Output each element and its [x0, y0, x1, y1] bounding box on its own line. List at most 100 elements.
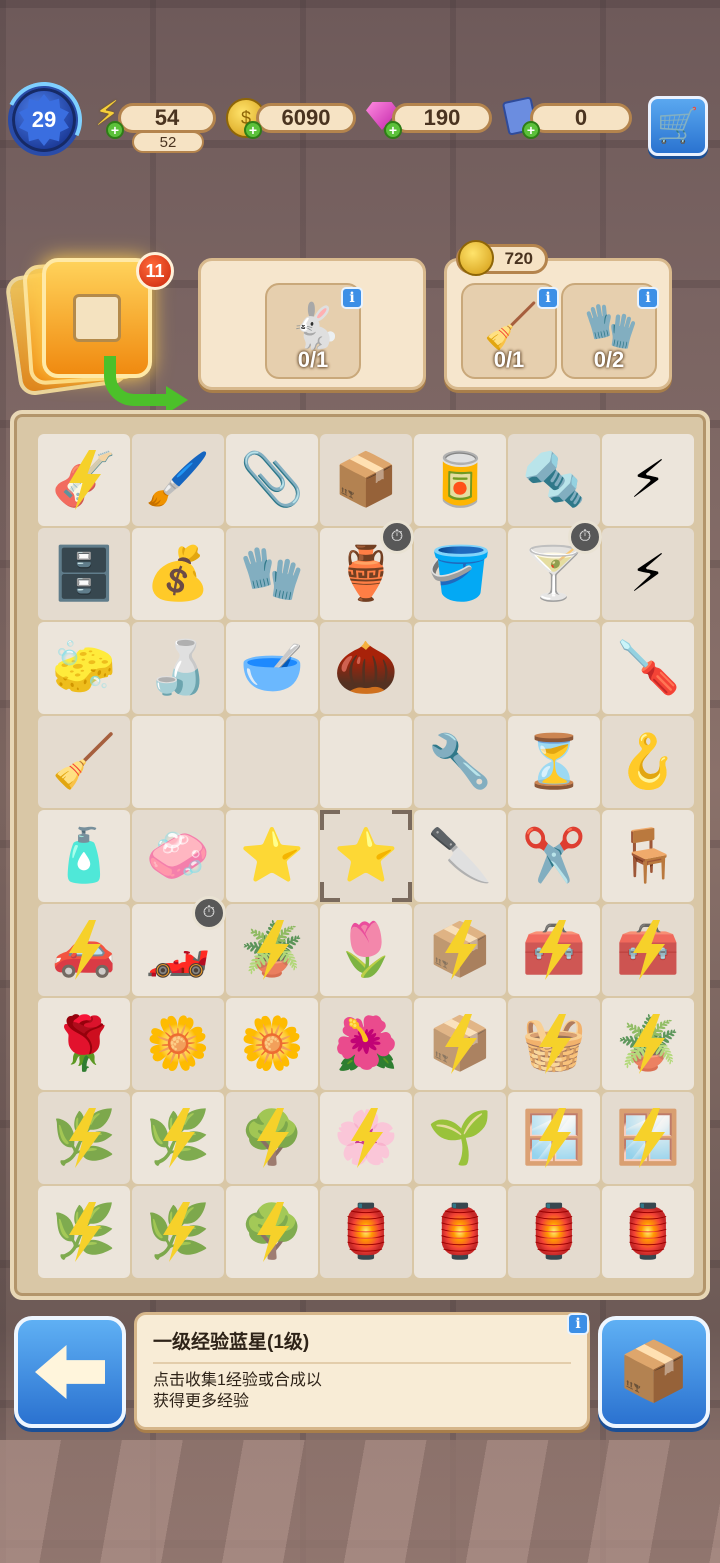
board-cell-toy-car[interactable]: 🏎️ ⏱: [132, 896, 226, 996]
board-cell-tulip-pot[interactable]: 🌷: [320, 904, 412, 996]
board-cell-flower-pot[interactable]: 🌼: [132, 998, 224, 1090]
back-button[interactable]: [14, 1316, 126, 1428]
board-cell-locked-basket[interactable]: 🧺: [508, 998, 600, 1090]
board-cell-rose-pot[interactable]: 🌹: [38, 998, 130, 1090]
board-cell-seed-bowl[interactable]: 🥣: [226, 622, 318, 714]
order-request-panel-2[interactable]: 🧹 0/1 i 🧤 0/2 i: [444, 258, 672, 390]
board-cell-locked-crate[interactable]: 📦: [414, 904, 506, 996]
board-cell-blue-star[interactable]: ⭐: [226, 810, 318, 902]
board-cell-paint-can-lid[interactable]: 🥫: [414, 434, 506, 526]
board-cell-empty[interactable]: [508, 622, 600, 714]
storage-box-button[interactable]: 📦: [598, 1316, 710, 1428]
board-cell-locked-window-2[interactable]: 🪟: [602, 1092, 694, 1184]
board-cell-locked-sprout-2[interactable]: 🌿: [132, 1092, 224, 1184]
board-cell-blue-star-selected[interactable]: ⭐: [320, 810, 412, 902]
board-cell-rose-pot-2[interactable]: 🌺: [320, 998, 412, 1090]
board-cell-work-gloves[interactable]: 🧤: [226, 528, 318, 620]
info-icon[interactable]: i: [637, 287, 659, 309]
info-icon[interactable]: i: [567, 1313, 589, 1335]
board-cell-energy-orb[interactable]: ⚡: [602, 434, 694, 526]
box-of-screws-icon: 📦: [333, 451, 399, 509]
board-cell-paint-bucket[interactable]: 🪣: [414, 528, 506, 620]
board-cell-wooden-chair[interactable]: 🪑: [602, 810, 694, 902]
board-cell-hourglass-orb[interactable]: ⏳: [508, 716, 600, 808]
request-slot[interactable]: 🧹 0/1 i: [461, 283, 559, 379]
knife-icon: 🔪: [427, 827, 493, 885]
board-cell-spray-bottle[interactable]: 🍶: [132, 622, 224, 714]
order-card-stack[interactable]: 11: [4, 252, 188, 414]
board-cell-wrench[interactable]: 🔧: [414, 716, 506, 808]
order-count-badge: 11: [136, 252, 174, 290]
board-cell-locked-sprout[interactable]: 🌿: [38, 1092, 130, 1184]
squeegee-icon: 🧽: [51, 639, 117, 697]
board-cell-locked-toolbox[interactable]: 🧰: [508, 904, 600, 996]
top-hud: 29 ⚡ 54 52 + $ 6090 + 190 + 0 + 🛒: [0, 0, 720, 180]
board-cell-locked-crates[interactable]: 📦: [414, 998, 506, 1090]
board-cell-locked-sprout-3[interactable]: 🌿: [38, 1186, 130, 1278]
board-cell-lantern[interactable]: 🏮: [320, 1186, 412, 1278]
board-cell-seeds[interactable]: 🌰: [320, 622, 412, 714]
add-energy-button[interactable]: +: [106, 121, 124, 139]
energy-counter: 54: [118, 103, 216, 133]
board-cell-pruning-shears[interactable]: ✂️: [508, 810, 600, 902]
add-tickets-button[interactable]: +: [522, 121, 540, 139]
hourglass-orb-icon: ⏳: [521, 733, 587, 791]
board-cell-locked-flower-shrub[interactable]: 🌸: [320, 1092, 412, 1184]
board-cell-hairpin[interactable]: 📎: [226, 434, 318, 526]
board-cell-empty[interactable]: [320, 716, 412, 808]
selection-corner: [320, 810, 340, 830]
info-icon[interactable]: i: [537, 287, 559, 309]
request-slot[interactable]: 🧤 0/2 i: [561, 283, 659, 379]
board-cell-lantern-3[interactable]: 🏮: [508, 1186, 600, 1278]
board-cell-locked-guitar[interactable]: 🎸: [38, 434, 130, 526]
green-arrow-icon: [104, 356, 188, 414]
soap-bar-icon: 🧼: [145, 827, 211, 885]
gem-counter: 190: [392, 103, 492, 133]
goblet-vase-icon: 🍸: [521, 545, 587, 603]
board-cell-money-bag[interactable]: 💰: [132, 528, 224, 620]
board-cell-screwdriver[interactable]: 🪛: [602, 622, 694, 714]
board-cell-empty[interactable]: [226, 716, 318, 808]
item-info-panel: 一级经验蓝星(1级) 点击收集1经验或合成以获得更多经验 i: [134, 1312, 590, 1430]
pruning-shears-icon: ✂️: [521, 827, 587, 885]
board-cell-blue-vase[interactable]: 🏺 ⏱: [320, 520, 414, 620]
board-grid: 🎸🖌️📎📦🥫🔩⚡🗄️💰🧤🏺⏱🪣🍸⏱⚡🧽🍶🥣🌰🪛🧹🔧⏳🪝🧴🧼⭐⭐🔪✂️🪑🚗🏎️⏱🪴…: [38, 434, 696, 1294]
board-cell-goblet-vase[interactable]: 🍸 ⏱: [508, 520, 602, 620]
energy-max: 52: [132, 131, 204, 153]
board-cell-lantern-4[interactable]: 🏮: [602, 1186, 694, 1278]
board-cell-makeup-brush[interactable]: 🖌️: [132, 434, 224, 526]
board-cell-flower-pot-2[interactable]: 🌼: [226, 998, 318, 1090]
board-cell-lantern-2[interactable]: 🏮: [414, 1186, 506, 1278]
request-slot[interactable]: 🐇 0/1 i: [265, 283, 363, 379]
board-cell-energy-orb-small[interactable]: ⚡: [602, 528, 694, 620]
board-cell-crowbar[interactable]: 🪝: [602, 716, 694, 808]
add-gems-button[interactable]: +: [384, 121, 402, 139]
board-cell-empty[interactable]: [132, 716, 224, 808]
board-cell-locked-sprout-4[interactable]: 🌿: [132, 1186, 224, 1278]
board-cell-empty[interactable]: [414, 622, 506, 714]
lantern-3-icon: 🏮: [521, 1203, 587, 1261]
board-cell-soap-bar[interactable]: 🧼: [132, 810, 224, 902]
board-cell-soap-bottle[interactable]: 🧴: [38, 810, 130, 902]
board-cell-locked-shrub[interactable]: 🌳: [226, 1092, 318, 1184]
board-cell-safe[interactable]: 🗄️: [38, 528, 130, 620]
board-cell-locked-planter[interactable]: 🪴: [226, 904, 318, 996]
board-cell-locked-toy-car[interactable]: 🚗: [38, 904, 130, 996]
board-cell-locked-toolbox-2[interactable]: 🧰: [602, 904, 694, 996]
board-cell-locked-shrub-2[interactable]: 🌳: [226, 1186, 318, 1278]
board-cell-locked-planter-2[interactable]: 🪴: [602, 998, 694, 1090]
shop-cart-button[interactable]: 🛒: [648, 96, 708, 156]
board-cell-broom[interactable]: 🧹: [38, 716, 130, 808]
paint-bucket-icon: 🪣: [427, 545, 493, 603]
info-icon[interactable]: i: [341, 287, 363, 309]
board-cell-screws[interactable]: 🔩: [508, 434, 600, 526]
board-cell-locked-window[interactable]: 🪟: [508, 1092, 600, 1184]
board-cell-box-of-screws[interactable]: 📦: [320, 434, 412, 526]
board-cell-sapling-pot[interactable]: 🌱: [414, 1092, 506, 1184]
order-request-panel-1[interactable]: 🐇 0/1 i: [198, 258, 426, 390]
board-cell-squeegee[interactable]: 🧽: [38, 622, 130, 714]
add-coins-button[interactable]: +: [244, 121, 262, 139]
hairpin-icon: 📎: [239, 451, 305, 509]
back-arrow-icon: [35, 1345, 105, 1399]
board-cell-knife[interactable]: 🔪: [414, 810, 506, 902]
